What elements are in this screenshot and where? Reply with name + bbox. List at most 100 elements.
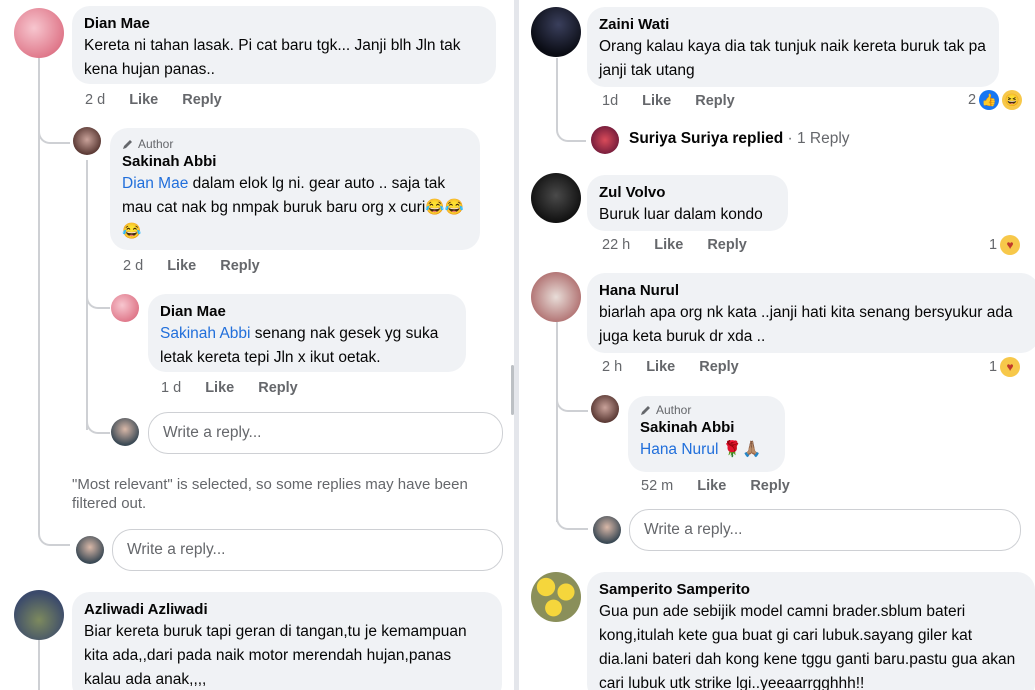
comment-author[interactable]: Sakinah Abbi <box>122 152 468 172</box>
avatar[interactable] <box>531 272 581 322</box>
thread-connector <box>556 118 586 142</box>
reply-button[interactable]: Reply <box>258 380 298 396</box>
avatar[interactable] <box>531 173 581 223</box>
like-button[interactable]: Like <box>654 237 683 253</box>
comment-time[interactable]: 22 h <box>602 237 630 253</box>
mention-link[interactable]: Hana Nurul <box>640 441 718 458</box>
mention-link[interactable]: Sakinah Abbi <box>160 325 251 342</box>
comment-text: Kereta ni tahan lasak. Pi cat baru tgk..… <box>84 37 461 78</box>
reaction-count: 1 <box>989 237 998 253</box>
reply-button[interactable]: Reply <box>750 478 790 494</box>
avatar[interactable] <box>531 7 581 57</box>
reply-input[interactable]: Write a reply... <box>629 509 1021 551</box>
comment-text: Gua pun ade sebijik model camni brader.s… <box>599 603 1016 690</box>
comment-author[interactable]: Dian Mae <box>84 14 484 34</box>
reaction-summary[interactable]: 1 ♥ <box>989 235 1021 255</box>
comment-author[interactable]: Dian Mae <box>160 302 454 322</box>
mention-link[interactable]: Dian Mae <box>122 175 188 192</box>
author-badge: Author <box>640 402 773 418</box>
like-reaction-icon: 👍 <box>979 90 1000 110</box>
reply-button[interactable]: Reply <box>707 237 747 253</box>
scrollbar-thumb[interactable] <box>511 365 514 415</box>
comment-bubble: Samperito Samperito Gua pun ade sebijik … <box>587 572 1035 690</box>
comment-text: Dian Mae dalam elok lg ni. gear auto .. … <box>122 172 468 244</box>
user-avatar <box>593 516 621 544</box>
comment-time[interactable]: 2 d <box>123 258 143 274</box>
comment-text: Biar kereta buruk tapi geran di tangan,t… <box>84 623 467 688</box>
reaction-count: 1 <box>989 359 998 375</box>
like-button[interactable]: Like <box>642 93 671 109</box>
reaction-count: 2 <box>968 92 977 108</box>
avatar[interactable] <box>111 294 139 322</box>
thread-connector <box>556 506 588 530</box>
comment-time[interactable]: 2 d <box>85 92 105 108</box>
comment-author[interactable]: Sakinah Abbi <box>640 418 773 438</box>
thread-line <box>38 640 40 690</box>
comment-text: Buruk luar dalam kondo <box>599 206 763 223</box>
comment-time[interactable]: 1d <box>602 93 618 109</box>
comment-author[interactable]: Zaini Wati <box>599 15 987 35</box>
replier-name: Suriya Suriya <box>629 130 729 147</box>
user-avatar <box>111 418 139 446</box>
avatar[interactable] <box>591 126 619 154</box>
right-comment-panel: Zaini Wati Orang kalau kaya dia tak tunj… <box>519 0 1035 690</box>
comment-bubble: Zul Volvo Buruk luar dalam kondo <box>587 175 788 231</box>
comment-author[interactable]: Samperito Samperito <box>599 580 1023 600</box>
comment-text: Hana Nurul 🌹🙏🏽 <box>640 438 773 462</box>
comment-actions: 2 d Like Reply <box>85 92 242 108</box>
thread-line <box>556 322 558 522</box>
haha-reaction-icon: 😆 <box>1002 90 1023 110</box>
like-button[interactable]: Like <box>129 92 158 108</box>
avatar[interactable] <box>14 8 64 58</box>
comment-bubble: Azliwadi Azliwadi Biar kereta buruk tapi… <box>72 592 502 690</box>
reply-button[interactable]: Reply <box>182 92 222 108</box>
user-avatar <box>76 536 104 564</box>
reply-button[interactable]: Reply <box>220 258 260 274</box>
comment-time[interactable]: 1 d <box>161 380 181 396</box>
reaction-summary[interactable]: 1 ♥ <box>989 357 1021 377</box>
comment-text: Orang kalau kaya dia tak tunjuk naik ker… <box>599 38 986 79</box>
comment-actions: 22 h Like Reply <box>602 237 767 253</box>
comment-text: biarlah apa org nk kata ..janji hati kit… <box>599 304 1013 345</box>
pencil-icon <box>641 406 650 415</box>
comment-actions: 1d Like Reply <box>602 93 755 109</box>
avatar[interactable] <box>531 572 581 622</box>
pencil-icon <box>123 140 132 149</box>
comment-actions: 1 d Like Reply <box>161 380 318 396</box>
comment-actions: 52 m Like Reply <box>641 478 810 494</box>
thread-connector <box>86 410 110 434</box>
like-button[interactable]: Like <box>646 359 675 375</box>
comment-actions: 2 h Like Reply <box>602 359 759 375</box>
author-badge-label: Author <box>656 403 692 417</box>
comment-bubble: Dian Mae Sakinah Abbi senang nak gesek y… <box>148 294 466 372</box>
reaction-summary[interactable]: 2 👍 😆 <box>968 90 1023 110</box>
like-button[interactable]: Like <box>205 380 234 396</box>
care-reaction-icon: ♥ <box>1000 357 1021 377</box>
reply-input[interactable]: Write a reply... <box>112 529 503 571</box>
like-button[interactable]: Like <box>697 478 726 494</box>
like-button[interactable]: Like <box>167 258 196 274</box>
comment-time[interactable]: 52 m <box>641 478 673 494</box>
avatar[interactable] <box>591 395 619 423</box>
reply-button[interactable]: Reply <box>699 359 739 375</box>
reply-input[interactable]: Write a reply... <box>148 412 503 454</box>
comment-author[interactable]: Hana Nurul <box>599 281 1027 301</box>
comment-bubble: Hana Nurul biarlah apa org nk kata ..jan… <box>587 273 1035 353</box>
replied-label: replied <box>732 130 784 147</box>
comment-bubble: Author Sakinah Abbi Hana Nurul 🌹🙏🏽 <box>628 396 785 472</box>
reply-count: · 1 Reply <box>787 130 850 147</box>
avatar[interactable] <box>14 590 64 640</box>
thread-connector <box>38 118 70 144</box>
thread-connector <box>86 285 110 309</box>
reply-button[interactable]: Reply <box>695 93 735 109</box>
view-replies-link[interactable]: Suriya Suriya replied · 1 Reply <box>629 130 850 148</box>
thread-connector <box>556 388 588 412</box>
avatar[interactable] <box>73 127 101 155</box>
comment-time[interactable]: 2 h <box>602 359 622 375</box>
comment-actions: 2 d Like Reply <box>123 258 280 274</box>
comment-body: 🌹🙏🏽 <box>718 441 762 458</box>
comment-bubble: Author Sakinah Abbi Dian Mae dalam elok … <box>110 128 480 250</box>
care-reaction-icon: ♥ <box>1000 235 1021 255</box>
comment-author[interactable]: Zul Volvo <box>599 183 776 203</box>
comment-author[interactable]: Azliwadi Azliwadi <box>84 600 490 620</box>
